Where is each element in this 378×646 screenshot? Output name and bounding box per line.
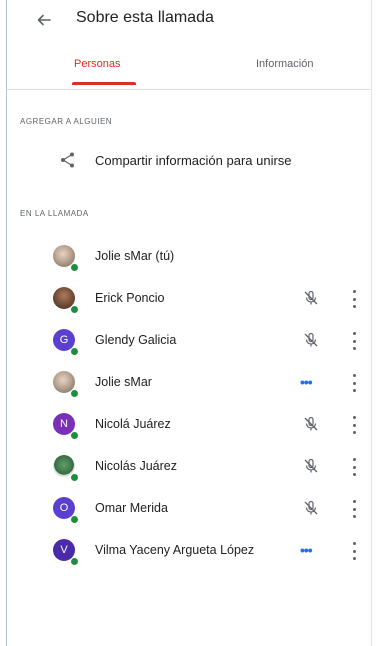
mic-off-icon [304,416,318,431]
participant-row[interactable]: N Nicolá Juárez [0,407,378,443]
header: Sobre esta llamada [0,0,378,40]
more-options-icon[interactable] [351,458,357,476]
online-status-dot [70,305,79,314]
online-status-dot [70,347,79,356]
more-options-icon[interactable] [351,374,357,392]
online-status-dot [70,473,79,482]
participant-name: Omar Merida [95,501,168,515]
participant-row[interactable]: O Omar Merida [0,491,378,527]
online-status-dot [70,431,79,440]
more-options-icon[interactable] [351,290,357,308]
participant-name: Vilma Yaceny Argueta López [95,543,255,557]
divider [7,89,371,90]
tab-informacion[interactable]: Información [256,58,313,70]
active-tab-indicator [72,82,136,85]
online-status-dot [70,389,79,398]
more-options-icon[interactable] [351,500,357,518]
mic-off-icon [304,458,318,473]
online-status-dot [70,515,79,524]
participant-name: Jolie sMar [95,375,152,389]
participant-name: Glendy Galicia [95,333,177,347]
section-label-add: AGREGAR A ALGUIEN [20,117,113,126]
more-options-icon[interactable] [351,416,357,434]
online-status-dot [70,557,79,566]
share-icon [61,152,74,168]
participant-row[interactable]: Jolie sMar ••• [0,365,378,401]
arrow-back-icon [37,14,51,26]
tab-personas[interactable]: Personas [74,58,120,70]
mic-off-icon [304,290,318,305]
participant-name: Nicolás Juárez [95,459,177,473]
participant-row[interactable]: Nicolás Juárez [0,449,378,485]
mic-off-icon [304,500,318,515]
mic-off-icon [304,332,318,347]
participant-row[interactable]: V Vilma Yaceny Argueta López ••• [0,533,378,569]
page-title: Sobre esta llamada [76,9,214,26]
participant-name: Nicolá Juárez [95,417,171,431]
participant-row[interactable]: G Glendy Galicia [0,323,378,359]
more-options-icon[interactable] [351,332,357,350]
back-button[interactable] [30,6,58,34]
participant-row[interactable]: Erick Poncio [0,281,378,317]
speaking-indicator-icon: ••• [300,542,313,558]
section-label-in-call: EN LA LLAMADA [20,209,89,218]
participant-row[interactable]: Jolie sMar (tú) [0,239,378,275]
participant-name: Jolie sMar (tú) [95,249,175,263]
online-status-dot [70,263,79,272]
more-options-icon[interactable] [351,542,357,560]
participant-name: Erick Poncio [95,291,165,305]
speaking-indicator-icon: ••• [300,374,313,390]
share-label: Compartir información para unirse [95,153,292,168]
share-join-info-button[interactable]: Compartir información para unirse [0,144,378,178]
tab-bar: Personas Información [0,46,378,88]
